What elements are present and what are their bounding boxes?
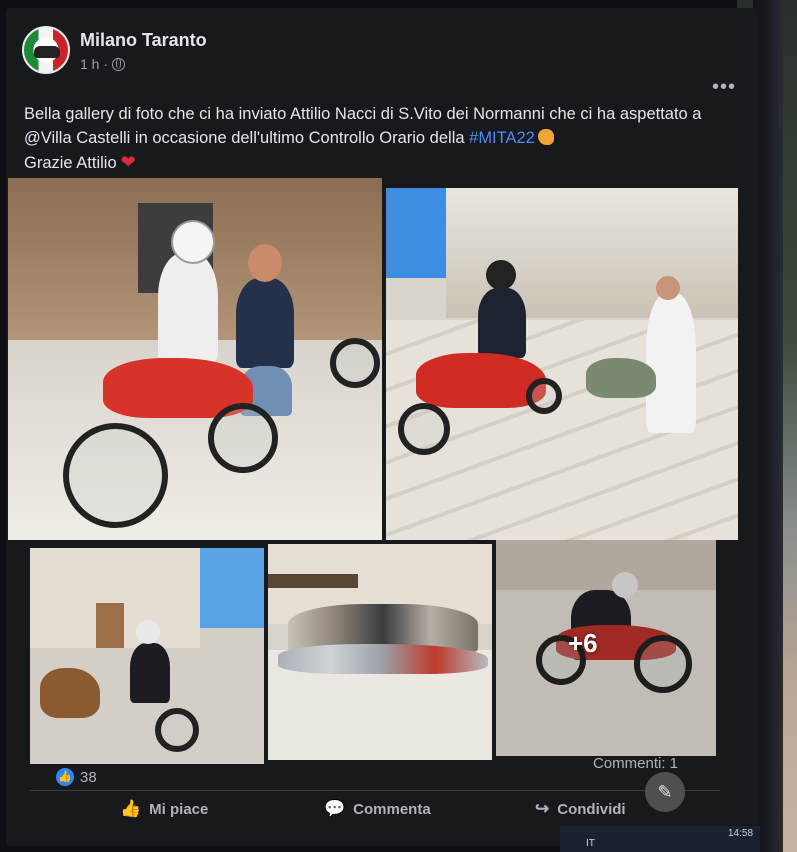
post-time[interactable]: 1 h xyxy=(80,56,99,72)
page-name[interactable]: Milano Taranto xyxy=(80,30,207,51)
clock-time[interactable]: 14:58 xyxy=(728,828,753,839)
meta-separator: · xyxy=(103,56,109,72)
share-arrow-icon: ↪ xyxy=(535,799,550,818)
like-label: Mi piace xyxy=(149,800,209,818)
post-actions: 👍 Mi piace 💬 Commenta ↪ Condividi xyxy=(30,790,720,831)
photo-rear-wheel xyxy=(208,403,278,473)
post-stats: 👍 38 Commenti: 1 xyxy=(14,755,734,790)
comment-bubble-icon: 💬 xyxy=(324,799,346,818)
more-options-icon[interactable]: ••• xyxy=(712,76,736,99)
keyboard-language[interactable]: IT xyxy=(586,838,595,849)
avatar-motorcycle-icon xyxy=(34,46,60,58)
photo-shop-sign xyxy=(268,574,358,588)
share-label: Condividi xyxy=(557,800,626,818)
comment-label: Commenta xyxy=(353,800,431,818)
page-avatar[interactable] xyxy=(22,26,70,74)
gallery-photo-5[interactable] xyxy=(496,540,716,756)
photo-front-wheel xyxy=(63,423,168,528)
photo-helmet xyxy=(486,260,516,290)
flexed-biceps-icon xyxy=(537,129,554,145)
photo-man xyxy=(236,278,294,368)
photo-rider xyxy=(478,288,526,358)
hashtag-link[interactable]: #MITA22 xyxy=(469,129,535,147)
post-header: Milano Taranto 1 h · ••• xyxy=(22,26,742,98)
os-taskbar: IT 14:58 xyxy=(560,826,760,852)
photo-overlay-dim xyxy=(496,540,716,756)
photo-scooter-wheel xyxy=(398,403,450,455)
photo-rider xyxy=(158,253,218,363)
gallery-photo-4[interactable] xyxy=(268,544,492,760)
facebook-post: Milano Taranto 1 h · ••• Bella gallery d… xyxy=(6,8,758,846)
thumbs-up-icon: 👍 xyxy=(120,799,142,818)
photo-helmet xyxy=(136,620,160,644)
post-text-body: Bella gallery di foto che ci ha inviato … xyxy=(24,105,702,147)
photo-man-head xyxy=(248,244,282,282)
photo-green-scooter xyxy=(586,358,656,398)
comment-button[interactable]: 💬 Commenta xyxy=(324,799,431,819)
compose-edit-button[interactable]: ✎ xyxy=(645,772,685,812)
globe-icon xyxy=(112,57,126,71)
post-text-thanks: Grazie Attilio xyxy=(24,154,117,172)
like-count[interactable]: 38 xyxy=(80,769,97,786)
photo-scooters xyxy=(278,644,488,674)
photo-man-head xyxy=(656,276,680,300)
post-text: Bella gallery di foto che ci ha inviato … xyxy=(24,102,714,175)
photo-man-white xyxy=(646,293,696,433)
photo-sky xyxy=(200,548,264,628)
heart-icon: ❤ xyxy=(120,152,136,172)
photo-motorcycle xyxy=(40,668,100,718)
photo-wheel xyxy=(155,708,199,752)
post-meta: 1 h · xyxy=(80,56,126,72)
gallery-photo-1[interactable] xyxy=(8,178,382,540)
photo-door xyxy=(96,603,124,648)
pencil-icon: ✎ xyxy=(657,782,673,802)
photo-rider xyxy=(130,643,170,703)
photo-scooter-rear-wheel xyxy=(526,378,562,414)
share-button[interactable]: ↪ Condividi xyxy=(535,799,626,819)
like-reaction-icon[interactable]: 👍 xyxy=(56,768,74,786)
like-button[interactable]: 👍 Mi piace xyxy=(120,799,208,819)
gallery-photo-3[interactable] xyxy=(30,548,264,764)
more-photos-count[interactable]: +6 xyxy=(568,628,598,659)
comment-count[interactable]: Commenti: 1 xyxy=(593,755,678,772)
photo-helmet xyxy=(171,220,215,264)
gallery-photo-2[interactable] xyxy=(386,188,738,540)
photo-gallery xyxy=(8,178,748,764)
photo-bg-wheel xyxy=(330,338,380,388)
